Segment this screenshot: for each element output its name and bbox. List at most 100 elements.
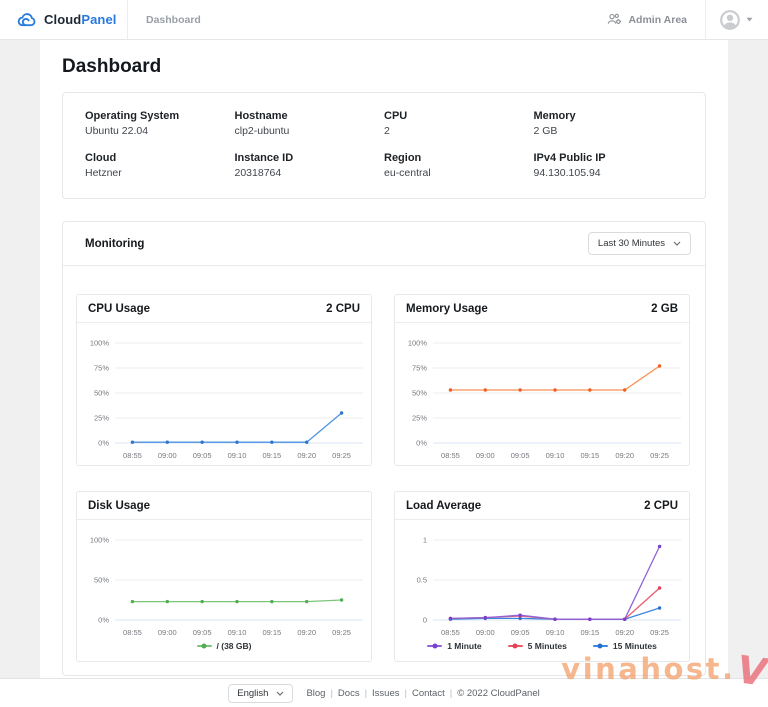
chart-title: Memory Usage — [406, 303, 488, 315]
users-gear-icon — [607, 13, 622, 26]
footer-separator: | — [405, 688, 407, 699]
svg-text:09:10: 09:10 — [227, 451, 246, 460]
nav-item-dashboard[interactable]: Dashboard — [146, 14, 201, 26]
svg-text:09:20: 09:20 — [297, 628, 316, 637]
svg-text:0%: 0% — [416, 439, 427, 448]
svg-text:09:25: 09:25 — [332, 628, 351, 637]
legend-line-marker-icon — [593, 645, 608, 647]
svg-text:09:25: 09:25 — [650, 451, 669, 460]
monitoring-title: Monitoring — [85, 238, 144, 250]
svg-text:0: 0 — [422, 616, 426, 625]
footer-separator: | — [365, 688, 367, 699]
chart-card-memory-usage: Memory Usage2 GB0%25%50%75%100%08:5509:0… — [394, 294, 690, 466]
chart-load-average-svg: 00.5108:5509:0009:0509:1009:1509:2009:25 — [399, 528, 686, 640]
chart-plot-area: 00.5108:5509:0009:0509:1009:1509:2009:25… — [395, 520, 689, 661]
chart-unit-label: 2 GB — [651, 303, 678, 315]
svg-text:09:15: 09:15 — [262, 451, 281, 460]
svg-text:08:55: 08:55 — [441, 628, 460, 637]
info-field-label: Memory — [534, 110, 684, 122]
svg-text:09:15: 09:15 — [262, 628, 281, 637]
svg-text:09:00: 09:00 — [157, 628, 176, 637]
chart-plot-area: 0%25%50%75%100%08:5509:0009:0509:1009:15… — [77, 323, 371, 465]
info-field-value: Hetzner — [85, 167, 235, 179]
info-field-label: CPU — [384, 110, 534, 122]
footer-link-contact[interactable]: Contact — [412, 688, 445, 699]
svg-text:09:10: 09:10 — [227, 628, 246, 637]
svg-text:09:25: 09:25 — [650, 628, 669, 637]
svg-text:25%: 25% — [411, 414, 426, 423]
svg-text:09:15: 09:15 — [580, 451, 599, 460]
svg-text:75%: 75% — [411, 364, 426, 373]
svg-text:09:00: 09:00 — [157, 451, 176, 460]
chevron-down-icon — [673, 241, 681, 246]
footer-copyright: © 2022 CloudPanel — [457, 688, 540, 699]
time-range-value: Last 30 Minutes — [598, 238, 665, 249]
svg-text:09:00: 09:00 — [475, 451, 494, 460]
legend-item-5-minutes: 5 Minutes — [508, 641, 567, 651]
svg-text:08:55: 08:55 — [123, 628, 142, 637]
svg-text:09:10: 09:10 — [545, 628, 564, 637]
admin-area-label: Admin Area — [628, 14, 687, 26]
chart-legend: 1 Minute5 Minutes15 Minutes — [397, 640, 687, 659]
info-field-value: 20318764 — [235, 167, 385, 179]
svg-text:09:20: 09:20 — [615, 451, 634, 460]
chart-card-header: Memory Usage 2 GB — [395, 295, 689, 323]
svg-text:25%: 25% — [93, 414, 108, 423]
monitoring-header: Monitoring Last 30 Minutes — [63, 222, 705, 266]
cloud-icon — [17, 12, 37, 27]
footer-separator: | — [450, 688, 452, 699]
info-field-label: Instance ID — [235, 152, 385, 164]
chart-card-header: CPU Usage2 CPU — [77, 295, 371, 323]
chart-card-header: Load Average2 CPU — [395, 492, 689, 520]
info-field-value: 94.130.105.94 — [534, 167, 684, 179]
chart-card-disk-usage: Disk Usage0%50%100%08:5509:0009:0509:100… — [76, 491, 372, 662]
svg-text:09:05: 09:05 — [192, 628, 211, 637]
info-field-value: Ubuntu 22.04 — [85, 125, 235, 137]
time-range-select[interactable]: Last 30 Minutes — [588, 232, 691, 255]
chart-legend: / (38 GB) — [79, 640, 369, 659]
chart-memory-usage-svg: 0%25%50%75%100%08:5509:0009:0509:1009:15… — [399, 331, 686, 463]
chart-unit-label: 2 CPU — [326, 303, 360, 315]
page-footer: English Blog|Docs|Issues|Contact|© 2022 … — [0, 678, 768, 707]
monitoring-card: Monitoring Last 30 Minutes CPU Usage2 CP… — [62, 221, 706, 676]
footer-link-blog[interactable]: Blog — [306, 688, 325, 699]
info-field-hostname: Hostnameclp2-ubuntu — [235, 110, 385, 137]
language-select[interactable]: English — [228, 684, 293, 703]
svg-text:09:10: 09:10 — [545, 451, 564, 460]
svg-text:100%: 100% — [89, 536, 109, 545]
svg-text:50%: 50% — [93, 389, 108, 398]
info-field-ipv4-public-ip: IPv4 Public IP 94.130.105.94 — [534, 152, 684, 179]
svg-text:09:20: 09:20 — [297, 451, 316, 460]
footer-link-issues[interactable]: Issues — [372, 688, 399, 699]
chart-plot-area: 0%50%100%08:5509:0009:0509:1009:1509:200… — [77, 520, 371, 661]
info-field-value: 2 — [384, 125, 534, 137]
info-field-label: Hostname — [235, 110, 385, 122]
info-field-label: IPv4 Public IP — [534, 152, 684, 164]
chart-unit-label: 2 CPU — [644, 500, 678, 512]
brand-name: CloudPanel — [44, 12, 117, 27]
language-value: English — [237, 688, 268, 699]
server-info-card: Operating SystemUbuntu 22.04Hostnameclp2… — [62, 92, 706, 199]
svg-text:1: 1 — [422, 536, 426, 545]
chart-card-cpu-usage: CPU Usage2 CPU0%25%50%75%100%08:5509:000… — [76, 294, 372, 466]
svg-text:09:25: 09:25 — [332, 451, 351, 460]
svg-text:50%: 50% — [93, 576, 108, 585]
brand-logo[interactable]: CloudPanel — [0, 0, 128, 39]
user-menu[interactable] — [706, 0, 768, 39]
admin-area-button[interactable]: Admin Area — [607, 0, 705, 39]
svg-text:100%: 100% — [89, 339, 109, 348]
chart-disk-usage-svg: 0%50%100%08:5509:0009:0509:1009:1509:200… — [81, 528, 368, 640]
chart-card-load-average: Load Average2 CPU00.5108:5509:0009:0509:… — [394, 491, 690, 662]
info-field-memory: Memory2 GB — [534, 110, 684, 137]
legend-item-15-minutes: 15 Minutes — [593, 641, 657, 651]
svg-text:100%: 100% — [407, 339, 427, 348]
info-field-region: Regioneu-central — [384, 152, 534, 179]
legend-line-marker-icon — [508, 645, 523, 647]
legend-line-marker-icon — [197, 645, 212, 647]
info-field-label: Region — [384, 152, 534, 164]
chevron-down-icon — [276, 691, 284, 696]
svg-text:0.5: 0.5 — [416, 576, 426, 585]
charts-grid: CPU Usage2 CPU 0% 25% 50% 75% 100% 08:55 09:00 0… — [63, 266, 705, 675]
footer-link-docs[interactable]: Docs — [338, 688, 360, 699]
top-navbar: CloudPanel Dashboard Admin Area — [0, 0, 768, 40]
